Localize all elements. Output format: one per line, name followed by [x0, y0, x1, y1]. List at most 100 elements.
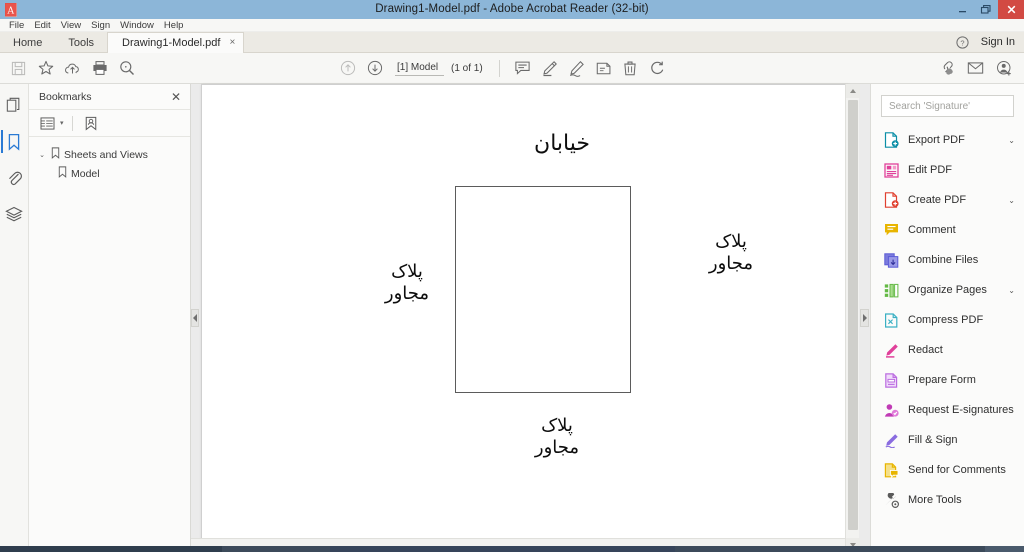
chevron-down-icon[interactable]: ▾ [60, 119, 64, 127]
export-pdf-icon [883, 132, 899, 148]
page-thumbnails-icon[interactable] [1, 92, 28, 119]
redact-icon [883, 342, 899, 358]
tab-strip-right: ? Sign In [956, 32, 1024, 52]
organize-pages-icon [883, 282, 899, 298]
window-controls [950, 0, 1024, 19]
tool-label: Export PDF [908, 134, 965, 146]
collapse-right-arrow-icon[interactable] [860, 309, 869, 327]
sign-in-button[interactable]: Sign In [981, 36, 1015, 48]
tool-export-pdf[interactable]: Export PDF ⌄ [871, 125, 1024, 155]
rotate-icon[interactable] [645, 56, 670, 81]
tool-label: Edit PDF [908, 164, 953, 176]
document-text-plaque-bottom: پلاک مجاور [534, 415, 580, 458]
question-mark-circle-icon[interactable]: ? [956, 35, 969, 49]
taskbar-tray-segment [985, 546, 1024, 552]
tab-home[interactable]: Home [0, 32, 55, 53]
menu-sign[interactable]: Sign [86, 19, 115, 32]
toolbar-left-group [0, 56, 139, 81]
chevron-down-icon[interactable]: ⌄ [1008, 196, 1015, 205]
tool-compress-pdf[interactable]: Compress PDF [871, 305, 1024, 335]
highlight-pen-icon[interactable] [537, 56, 562, 81]
tool-send-for-comments[interactable]: Send for Comments [871, 455, 1024, 485]
star-icon[interactable] [33, 56, 58, 81]
restore-button[interactable] [974, 0, 998, 19]
tool-fill-and-sign[interactable]: Fill & Sign [871, 425, 1024, 455]
menu-view[interactable]: View [56, 19, 86, 32]
window-title: Drawing1-Model.pdf - Adobe Acrobat Reade… [375, 3, 649, 15]
add-person-icon[interactable] [992, 56, 1017, 81]
tool-label: Prepare Form [908, 374, 976, 386]
comment-icon[interactable] [510, 56, 535, 81]
tool-combine-files[interactable]: Combine Files [871, 245, 1024, 275]
menu-help[interactable]: Help [159, 19, 189, 32]
bookmark-node-label: Model [71, 167, 100, 180]
email-envelope-icon[interactable] [963, 56, 988, 81]
page-navigation: [1] Model (1 of 1) [395, 60, 483, 76]
delete-trash-icon[interactable] [618, 56, 643, 81]
svg-text:?: ? [960, 38, 964, 47]
stamp-icon[interactable] [591, 56, 616, 81]
page-count-label: (1 of 1) [451, 62, 483, 74]
chevron-down-icon[interactable]: ⌄ [1008, 286, 1015, 295]
fill-sign-icon [883, 432, 899, 448]
tool-edit-pdf[interactable]: Edit PDF [871, 155, 1024, 185]
tool-comment[interactable]: Comment [871, 215, 1024, 245]
prepare-form-icon [883, 372, 899, 388]
menu-edit[interactable]: Edit [29, 19, 55, 32]
tool-create-pdf[interactable]: Create PDF ⌄ [871, 185, 1024, 215]
windows-taskbar[interactable] [0, 546, 1024, 552]
tool-prepare-form[interactable]: Prepare Form [871, 365, 1024, 395]
collapse-left-arrow-icon[interactable] [191, 309, 199, 327]
edit-pdf-icon [883, 162, 899, 178]
chevron-down-icon[interactable]: ⌄ [1008, 136, 1015, 145]
tools-search-box[interactable] [881, 95, 1014, 117]
vertical-scrollbar-thumb[interactable] [848, 100, 858, 530]
vertical-scrollbar[interactable] [845, 84, 860, 552]
tool-label: Redact [908, 344, 943, 356]
zoom-search-icon[interactable] [114, 56, 139, 81]
menu-file[interactable]: File [4, 19, 29, 32]
arrow-up-circle-icon[interactable] [335, 56, 360, 81]
tool-more-tools[interactable]: More Tools [871, 485, 1024, 515]
search-input[interactable] [889, 100, 1006, 112]
main-toolbar: [1] Model (1 of 1) [0, 53, 1024, 84]
bookmarks-icon[interactable] [0, 128, 28, 155]
new-bookmark-icon[interactable] [81, 113, 102, 133]
combine-files-icon [883, 252, 899, 268]
share-link-icon[interactable] [934, 56, 959, 81]
save-icon[interactable] [6, 56, 31, 81]
minimize-button[interactable] [950, 0, 974, 19]
taskbar-middle-segment [330, 546, 675, 552]
tools-panel: Export PDF ⌄ Edit PDF Create PDF ⌄ [870, 84, 1024, 552]
compress-pdf-icon [883, 312, 899, 328]
chevron-down-icon[interactable]: ⌄ [37, 151, 47, 159]
tab-document[interactable]: Drawing1-Model.pdf × [107, 32, 245, 53]
attachments-paperclip-icon[interactable] [1, 164, 28, 191]
bookmarks-panel-header: Bookmarks ✕ [29, 84, 190, 110]
drawing-rectangle [455, 186, 631, 393]
tool-label: Request E-signatures [908, 404, 1014, 416]
pdf-page[interactable]: خیابان پلاک مجاور پلاک مجاور پلاک مجاور [201, 84, 848, 541]
tool-request-esignatures[interactable]: Request E-signatures [871, 395, 1024, 425]
cloud-upload-icon[interactable] [60, 56, 85, 81]
close-icon[interactable]: ✕ [171, 91, 181, 103]
layers-icon[interactable] [1, 200, 28, 227]
menu-window[interactable]: Window [115, 19, 159, 32]
tool-label: Create PDF [908, 194, 967, 206]
tab-document-close-icon[interactable]: × [229, 38, 235, 48]
tool-organize-pages[interactable]: Organize Pages ⌄ [871, 275, 1024, 305]
page-number-input[interactable]: [1] Model [395, 60, 444, 76]
document-text-plaque-right: پلاک مجاور [708, 231, 754, 274]
bookmark-sheets-and-views[interactable]: ⌄ Sheets and Views [29, 145, 190, 164]
tool-redact[interactable]: Redact [871, 335, 1024, 365]
tool-label: Fill & Sign [908, 434, 958, 446]
close-button[interactable] [998, 0, 1024, 19]
bookmark-options-icon[interactable] [37, 113, 58, 133]
arrow-down-circle-icon[interactable] [362, 56, 387, 81]
draw-signature-icon[interactable] [564, 56, 589, 81]
tab-tools[interactable]: Tools [55, 32, 107, 53]
bookmark-model[interactable]: Model [29, 164, 190, 183]
print-icon[interactable] [87, 56, 112, 81]
scroll-up-arrow-icon[interactable] [846, 84, 860, 98]
tool-label: Organize Pages [908, 284, 987, 296]
